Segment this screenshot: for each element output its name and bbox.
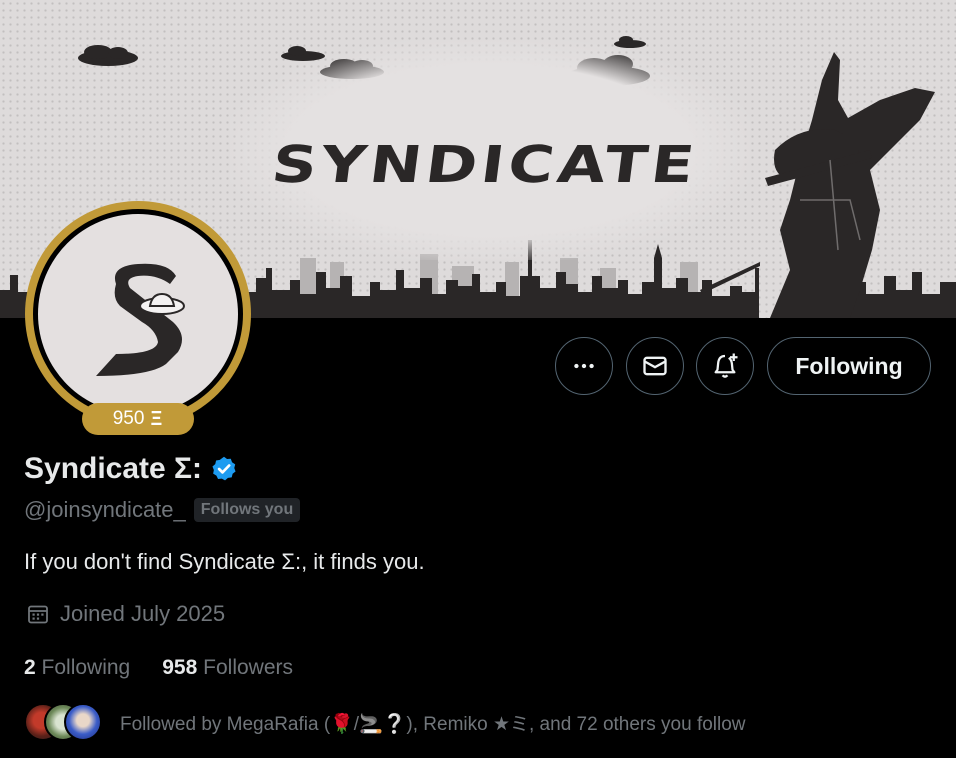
- envelope-icon: [643, 356, 667, 376]
- score-badge: 950 Ξ: [82, 403, 194, 435]
- score-icon: Ξ: [151, 407, 163, 430]
- followers-stat-link[interactable]: 958 Followers: [162, 656, 293, 680]
- message-button[interactable]: [626, 337, 684, 395]
- notifications-button[interactable]: [696, 337, 754, 395]
- profile-bio: If you don't find Syndicate Σ:, it finds…: [24, 549, 425, 574]
- score-value: 950: [112, 408, 145, 429]
- more-horizontal-icon: [574, 363, 594, 369]
- followed-by-text: Followed by MegaRafia (🌹/🚬❔), Remiko ★ミ,…: [120, 713, 746, 735]
- bell-plus-icon: [714, 353, 738, 378]
- followers-stat-label: Followers: [203, 656, 293, 679]
- followers-count: 958: [162, 656, 198, 679]
- following-stat-label: Following: [41, 656, 131, 679]
- syndicate-logo-icon: [96, 263, 185, 376]
- profile-avatar[interactable]: [25, 201, 251, 427]
- name-row: Syndicate Σ:: [24, 452, 238, 486]
- following-stat-link[interactable]: 2 Following: [24, 656, 130, 680]
- calendar-icon: [28, 605, 48, 624]
- handle-row: @joinsyndicate_ Follows you: [24, 497, 301, 523]
- following-button[interactable]: Following: [767, 337, 931, 395]
- followed-by-row[interactable]: Followed by MegaRafia (🌹/🚬❔), Remiko ★ミ,…: [24, 703, 746, 741]
- avatar-logo: [38, 214, 238, 414]
- following-count: 2: [24, 656, 36, 679]
- followed-by-avatars: [24, 703, 102, 741]
- verified-badge-icon[interactable]: [210, 455, 238, 483]
- follow-stats: 2 Following 958 Followers: [24, 656, 293, 680]
- banner-title: SYNDICATE: [268, 134, 702, 195]
- avatar-border: [33, 209, 243, 419]
- follows-you-badge: Follows you: [193, 498, 301, 522]
- display-name: Syndicate Σ:: [24, 452, 203, 485]
- more-button[interactable]: [555, 337, 613, 395]
- joined-date: Joined July 2025: [60, 601, 226, 626]
- follower-avatar: [64, 703, 102, 741]
- handle: @joinsyndicate_: [24, 497, 186, 522]
- joined-row: Joined July 2025: [26, 601, 225, 627]
